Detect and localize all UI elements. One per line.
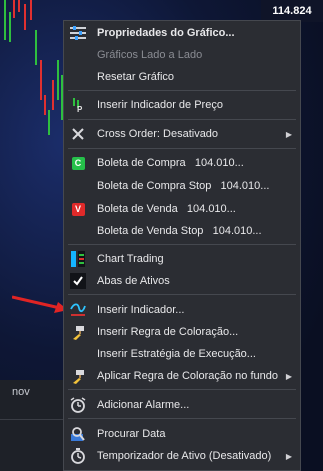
paint-brush-icon — [70, 368, 86, 384]
menu-item-asset-tabs[interactable]: Abas de Ativos — [64, 270, 300, 292]
menu-separator — [68, 148, 296, 149]
candle — [9, 12, 11, 42]
candle — [40, 60, 42, 100]
menu-item-label: Resetar Gráfico — [97, 71, 175, 83]
menu-item-asset-timer[interactable]: Temporizador de Ativo (Desativado) ▶ — [64, 445, 300, 467]
menu-item-buy-stop-ticket[interactable]: Boleta de Compra Stop 104.010... — [64, 175, 300, 197]
buy-badge: C — [71, 156, 85, 170]
candle — [48, 110, 50, 135]
menu-item-label: Cross Order: Desativado — [97, 128, 219, 140]
sell-badge: V — [71, 202, 85, 216]
menu-item-chart-trading[interactable]: Chart Trading — [64, 248, 300, 270]
menu-item-buy-ticket[interactable]: C Boleta de Compra 104.010... — [64, 152, 300, 174]
menu-item-label: Inserir Indicador... — [97, 304, 185, 316]
menu-item-label: Boleta de Venda Stop 104.010... — [97, 225, 262, 237]
menu-item-apply-color-rule-background[interactable]: Aplicar Regra de Coloração no fundo ▶ — [64, 365, 300, 387]
price-label: 114.824 — [261, 0, 323, 22]
submenu-arrow-icon: ▶ — [285, 451, 292, 461]
search-date-icon — [70, 426, 86, 442]
menu-item-side-by-side[interactable]: Gráficos Lado a Lado — [64, 44, 300, 66]
menu-item-label: Adicionar Alarme... — [97, 399, 190, 411]
menu-item-label: Chart Trading — [97, 253, 164, 265]
alarm-icon — [70, 397, 86, 413]
menu-item-label: Inserir Indicador de Preço — [97, 99, 223, 111]
menu-item-label: Boleta de Compra 104.010... — [97, 157, 244, 169]
candle — [57, 60, 59, 100]
menu-item-label: Temporizador de Ativo (Desativado) — [97, 450, 272, 462]
sell-ticket-icon: V — [70, 201, 86, 217]
properties-icon — [70, 25, 86, 41]
menu-item-label: Abas de Ativos — [97, 275, 170, 287]
candle — [13, 0, 15, 18]
menu-item-price-indicator[interactable]: P Inserir Indicador de Preço — [64, 94, 300, 116]
menu-item-label: Procurar Data — [97, 428, 166, 440]
menu-item-insert-execution-strategy[interactable]: Inserir Estratégia de Execução... — [64, 343, 300, 365]
menu-item-sell-stop-ticket[interactable]: Boleta de Venda Stop 104.010... — [64, 220, 300, 242]
svg-text:P: P — [77, 105, 83, 113]
menu-separator — [68, 389, 296, 390]
menu-separator — [68, 294, 296, 295]
time-axis-label: nov — [12, 386, 30, 398]
submenu-arrow-icon: ▶ — [285, 129, 292, 139]
candle — [52, 80, 54, 110]
candle — [18, 0, 20, 12]
menu-item-label: Boleta de Venda 104.010... — [97, 203, 236, 215]
menu-item-chart-properties[interactable]: Propriedades do Gráfico... — [64, 22, 300, 44]
context-menu: Propriedades do Gráfico... Gráficos Lado… — [63, 20, 301, 471]
menu-item-label: Boleta de Compra Stop 104.010... — [97, 180, 270, 192]
menu-item-label: Gráficos Lado a Lado — [97, 49, 203, 61]
menu-item-label: Inserir Estratégia de Execução... — [97, 348, 256, 360]
menu-item-reset-chart[interactable]: Resetar Gráfico — [64, 66, 300, 88]
menu-separator — [68, 90, 296, 91]
buy-ticket-icon: C — [70, 155, 86, 171]
candle — [44, 95, 46, 115]
candle — [30, 0, 32, 20]
submenu-arrow-icon: ▶ — [285, 371, 292, 381]
menu-item-search-date[interactable]: Procurar Data — [64, 423, 300, 445]
paint-brush-icon — [70, 324, 86, 340]
candle — [35, 30, 37, 65]
menu-separator — [68, 244, 296, 245]
red-arrow-icon — [12, 295, 68, 313]
candle — [4, 0, 6, 40]
menu-item-label: Inserir Regra de Coloração... — [97, 326, 239, 338]
checkmark-icon — [70, 273, 86, 289]
menu-separator — [68, 418, 296, 419]
time-axis — [0, 380, 70, 471]
menu-item-insert-color-rule[interactable]: Inserir Regra de Coloração... — [64, 321, 300, 343]
cross-order-icon — [70, 126, 86, 142]
timer-icon — [70, 448, 86, 464]
menu-item-add-alarm[interactable]: Adicionar Alarme... — [64, 394, 300, 416]
candle — [24, 4, 26, 30]
menu-item-insert-indicator[interactable]: Inserir Indicador... — [64, 299, 300, 321]
menu-separator — [68, 119, 296, 120]
menu-item-label: Aplicar Regra de Coloração no fundo — [97, 370, 279, 382]
menu-item-sell-ticket[interactable]: V Boleta de Venda 104.010... — [64, 198, 300, 220]
menu-item-label: Propriedades do Gráfico... — [97, 27, 235, 39]
insert-indicator-icon — [70, 302, 86, 318]
chart-trading-icon — [70, 251, 86, 267]
menu-item-cross-order[interactable]: Cross Order: Desativado ▶ — [64, 123, 300, 145]
price-indicator-icon: P — [70, 97, 86, 113]
time-axis-divider — [0, 419, 70, 420]
